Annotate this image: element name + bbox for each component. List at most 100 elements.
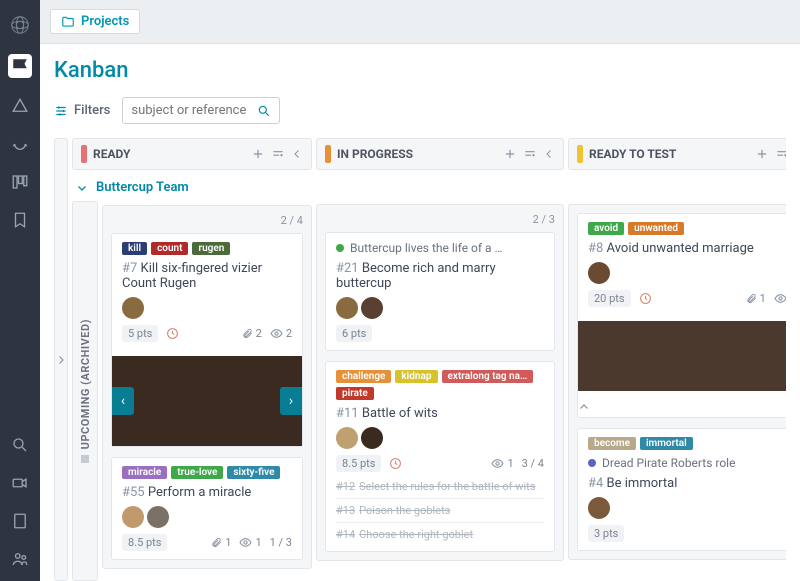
assignees [336,427,544,449]
tag: unwanted [628,222,684,235]
tag: miracle [122,466,167,479]
search-input[interactable] [131,103,251,118]
watchers: 1 [491,457,513,470]
attachments: 2 [242,327,262,340]
subtask[interactable]: #12Select the rules for the battle of wi… [336,478,544,499]
readytest-zone: avoid unwanted #8 Avoid unwanted marriag… [568,204,786,560]
card-21[interactable]: Buttercup lives the life of a … #21 Beco… [325,232,555,351]
sidebar-bookmark-icon[interactable] [10,210,30,230]
column-header: IN PROGRESS [316,138,564,170]
assignees [588,497,786,519]
due-icon [639,292,652,305]
ready-zone: 2 / 4 kill count rugen #7 Kill six-finge… [102,205,312,569]
sidebar-epics-icon[interactable] [10,96,30,116]
card-8[interactable]: avoid unwanted #8 Avoid unwanted marriag… [577,213,786,418]
points-badge: 5 pts [122,325,158,342]
tag: become [588,437,636,450]
column-options-button[interactable] [775,147,786,161]
column-label: READY TO TEST [589,147,676,161]
tag: kill [122,242,147,255]
points-badge: 8.5 pts [122,534,167,551]
tag: rugen [192,242,230,255]
sidebar-board-icon[interactable] [8,54,32,78]
column-ready-test: READY TO TEST avoid unwanted [568,138,786,581]
watchers: 1 [239,536,261,549]
sidebar-video-icon[interactable] [10,473,30,493]
filters-button[interactable]: Filters [54,103,110,118]
search-box[interactable] [122,97,280,124]
card-thumbnail: ‹ › [112,356,302,446]
points-badge: 20 pts [588,290,631,307]
column-stripe [81,145,87,163]
points-badge: 6 pts [336,325,372,342]
subtasks: #12Select the rules for the battle of wi… [336,478,544,543]
thumb-prev-button[interactable]: ‹ [112,387,134,415]
breadcrumb-projects[interactable]: Projects [50,9,140,34]
tag: immortal [640,437,693,450]
inprogress-zone: 2 / 3 Buttercup lives the life of a … #2… [316,204,564,561]
tag: sixty-five [227,466,280,479]
card-4[interactable]: become immortal Dread Pirate Roberts rol… [577,428,786,551]
zone-count: 2 / 3 [325,213,555,226]
progress: 1 / 3 [270,536,292,549]
board-toolbar: Filters [54,97,786,124]
points-badge: 3 pts [588,525,624,542]
column-options-button[interactable] [271,147,285,161]
sidebar-kanban-icon[interactable] [10,172,30,192]
tag: pirate [336,387,374,400]
column-label: IN PROGRESS [337,147,413,161]
assignees [336,297,544,319]
collapse-thumb-button[interactable] [578,397,786,417]
card-7[interactable]: kill count rugen #7 Kill six-fingered vi… [111,233,303,447]
sidebar-team-icon[interactable] [10,549,30,569]
tag: extralong tag na… [442,370,534,383]
column-header: READY TO TEST [568,138,786,170]
card-title: #55 Perform a miracle [122,485,292,500]
attachments: 1 [746,292,766,305]
subtask[interactable]: #13Poison the goblets [336,502,544,523]
app-logo[interactable] [9,14,31,36]
filters-label: Filters [74,103,110,118]
watchers: 1 [774,292,786,305]
content: Kanban Filters READY [40,44,800,581]
add-card-button[interactable] [251,147,265,161]
chevron-right-icon [55,354,67,366]
column-options-button[interactable] [523,147,537,161]
ready-body: 2 / 4 kill count rugen #7 Kill six-finge… [102,201,312,581]
sidebar-wiki-icon[interactable] [10,511,30,531]
column-collapse-button[interactable] [291,148,303,160]
column-collapse-button[interactable] [543,148,555,160]
add-card-button[interactable] [503,147,517,161]
archived-column-collapsed[interactable]: UPCOMING (ARCHIVED) [72,201,98,581]
tag: kidnap [395,370,437,383]
archived-indicator [81,455,89,463]
kanban-board: READY Buttercup Team UPCOMING (ARCHIVED) [54,138,786,581]
assignees [122,297,292,319]
card-title: #4 Be immortal [588,476,786,491]
swimlane-header[interactable]: Buttercup Team [72,170,312,201]
points-badge: 8.5 pts [336,455,381,472]
main-area: Projects Kanban Filters READY [40,0,800,581]
topbar: Projects [40,0,800,44]
thumb-next-button[interactable]: › [280,387,302,415]
card-title: #8 Avoid unwanted marriage [588,241,786,256]
card-title: #7 Kill six-fingered vizier Count Rugen [122,261,292,291]
chevron-down-icon [76,182,88,194]
column-label: READY [93,147,130,161]
sidebar-backlog-icon[interactable] [10,134,30,154]
assignees [588,262,786,284]
column-stripe [577,145,583,163]
card-11[interactable]: challenge kidnap extralong tag na… pirat… [325,361,555,552]
card-thumbnail [578,321,786,391]
page-title: Kanban [54,58,786,83]
column-stripe [325,145,331,163]
sidebar-search-icon[interactable] [10,435,30,455]
add-card-button[interactable] [755,147,769,161]
column-collapsed-expand[interactable] [54,138,68,581]
epic-link[interactable]: Dread Pirate Roberts role [588,456,786,470]
due-icon [166,327,179,340]
epic-link[interactable]: Buttercup lives the life of a … [336,241,544,255]
subtask[interactable]: #14Choose the right goblet [336,526,544,543]
card-55[interactable]: miracle true-love sixty-five #55 Perform… [111,457,303,560]
assignees [122,506,292,528]
